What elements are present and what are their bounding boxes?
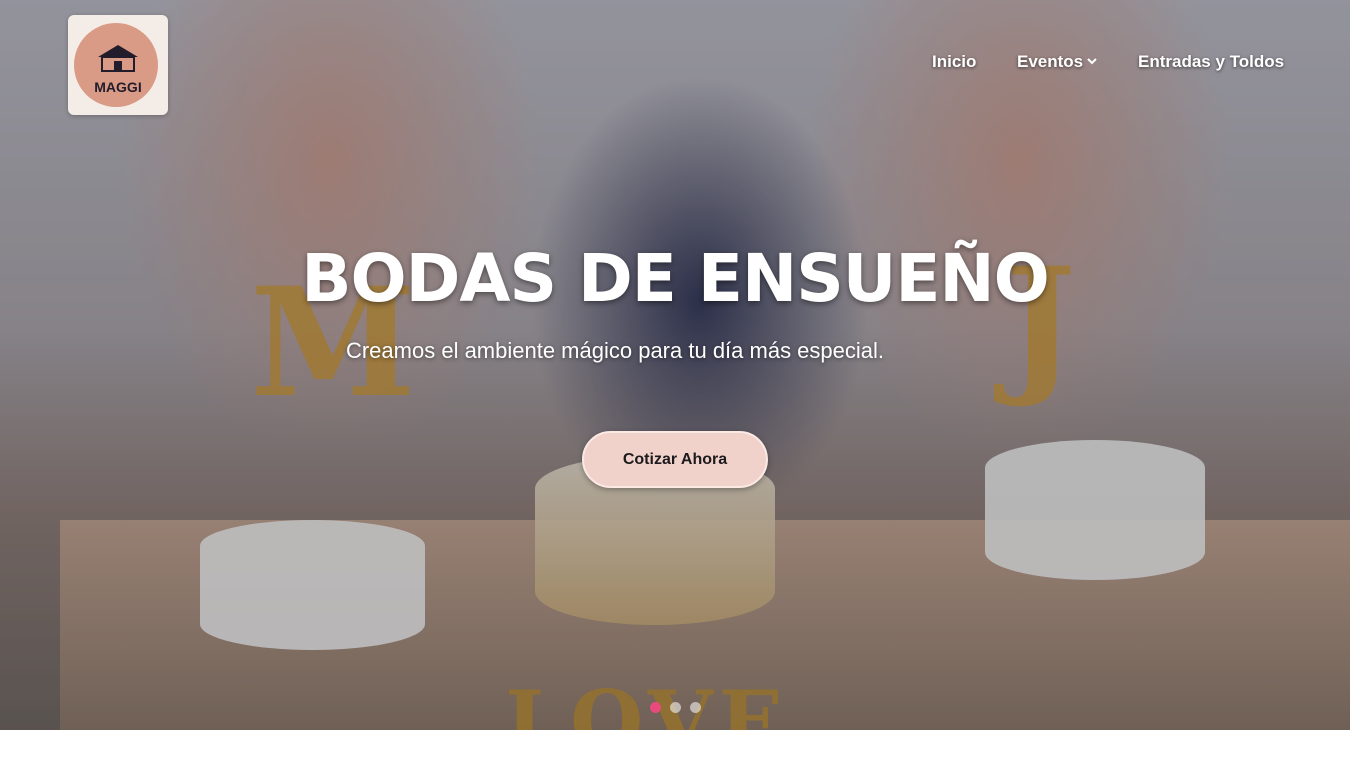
chevron-down-icon (1087, 58, 1097, 65)
cotizar-ahora-button[interactable]: Cotizar Ahora (582, 431, 768, 488)
hero-subtitle: Creamos el ambiente mágico para tu día m… (345, 338, 885, 363)
carousel-dot-2[interactable] (670, 702, 681, 713)
carousel-dot-1[interactable] (650, 702, 661, 713)
nav-item-entradas-toldos[interactable]: Entradas y Toldos (1138, 52, 1284, 72)
nav-item-eventos-label: Eventos (1017, 52, 1084, 71)
logo-text: MAGGI (94, 79, 142, 95)
tent-icon (98, 45, 138, 72)
nav-item-inicio[interactable]: Inicio (932, 52, 976, 72)
site-logo[interactable]: MAGGI (68, 15, 168, 115)
hero-title: BODAS DE ENSUEÑO (301, 240, 1050, 317)
nav-item-eventos[interactable]: Eventos (1017, 52, 1097, 72)
carousel-dot-3[interactable] (690, 702, 701, 713)
